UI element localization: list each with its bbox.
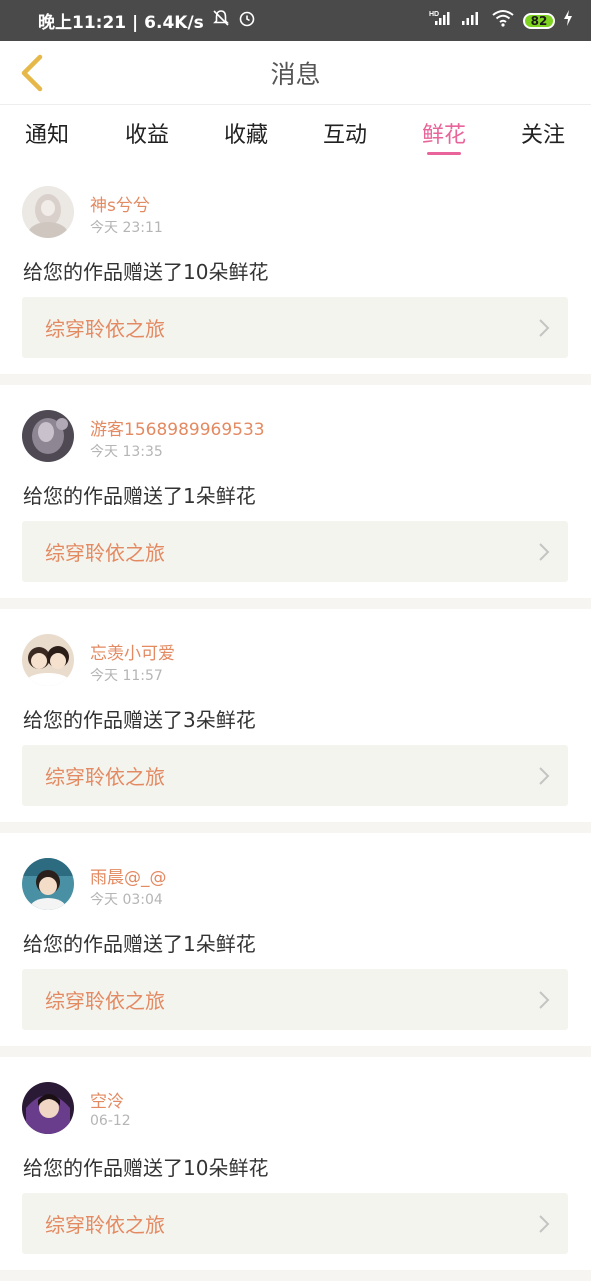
tab-label: 收藏 <box>223 123 268 148</box>
timestamp: 今天 03:04 <box>90 892 163 908</box>
tab-bar: 通知 收益 收藏 互动 鲜花 关注 <box>0 105 591 161</box>
bell-muted-icon <box>212 9 230 32</box>
timestamp: 06-12 <box>90 1113 131 1129</box>
status-bar: 晚上11:21 | 6.4K/s HD 82 <box>0 0 591 41</box>
avatar[interactable] <box>22 634 74 686</box>
list-item: 忘羡小可爱 今天 11:57 给您的作品赠送了3朵鲜花 综穿聆依之旅 <box>0 609 591 822</box>
chevron-right-icon <box>539 318 550 337</box>
message-text: 给您的作品赠送了1朵鲜花 <box>23 484 256 508</box>
tab-follows[interactable]: 关注 <box>503 105 583 161</box>
status-right: HD 82 <box>429 9 573 32</box>
username[interactable]: 忘羡小可爱 <box>90 639 175 664</box>
avatar[interactable] <box>22 1082 74 1134</box>
username[interactable]: 游客1568989969533 <box>90 415 265 440</box>
timestamp: 今天 23:11 <box>90 220 163 236</box>
hd-signal-icon: HD <box>429 9 453 32</box>
divider <box>0 598 591 609</box>
svg-text:HD: HD <box>429 11 439 18</box>
work-link[interactable]: 综穿聆依之旅 <box>22 1193 568 1254</box>
back-button[interactable] <box>12 51 52 95</box>
tab-label: 鲜花 <box>421 123 466 148</box>
work-title: 综穿聆依之旅 <box>45 765 165 789</box>
status-left: 晚上11:21 | 6.4K/s <box>38 8 256 33</box>
work-title: 综穿聆依之旅 <box>45 317 165 341</box>
message-text: 给您的作品赠送了10朵鲜花 <box>23 260 269 284</box>
chevron-right-icon <box>539 990 550 1009</box>
work-link[interactable]: 综穿聆依之旅 <box>22 745 568 806</box>
charging-icon <box>563 10 573 31</box>
divider <box>0 374 591 385</box>
alarm-icon <box>238 9 256 32</box>
message-text: 给您的作品赠送了1朵鲜花 <box>23 932 256 956</box>
battery-indicator: 82 <box>523 12 555 29</box>
work-title: 综穿聆依之旅 <box>45 541 165 565</box>
tab-label: 关注 <box>520 123 565 148</box>
message-text: 给您的作品赠送了10朵鲜花 <box>23 1156 269 1180</box>
work-title: 综穿聆依之旅 <box>45 1213 165 1237</box>
message-text: 给您的作品赠送了3朵鲜花 <box>23 708 256 732</box>
chevron-right-icon <box>539 766 550 785</box>
status-time-speed: 晚上11:21 | 6.4K/s <box>38 13 204 33</box>
tab-label: 通知 <box>24 123 69 148</box>
tab-notifications[interactable]: 通知 <box>7 105 87 161</box>
chevron-right-icon <box>539 542 550 561</box>
username[interactable]: 雨晨@_@ <box>90 863 167 888</box>
tab-flowers[interactable]: 鲜花 <box>404 105 484 161</box>
tab-label: 互动 <box>322 123 367 148</box>
divider <box>0 1270 591 1281</box>
chevron-right-icon <box>539 1214 550 1233</box>
page-title: 消息 <box>270 60 321 89</box>
divider <box>0 1046 591 1057</box>
avatar[interactable] <box>22 186 74 238</box>
divider <box>0 822 591 833</box>
nav-bar: 消息 <box>0 41 591 105</box>
tab-interaction[interactable]: 互动 <box>305 105 385 161</box>
work-link[interactable]: 综穿聆依之旅 <box>22 297 568 358</box>
avatar[interactable] <box>22 410 74 462</box>
list-item: 空泠 06-12 给您的作品赠送了10朵鲜花 综穿聆依之旅 <box>0 1057 591 1270</box>
timestamp: 今天 11:57 <box>90 668 163 684</box>
list-item: 雨晨@_@ 今天 03:04 给您的作品赠送了1朵鲜花 综穿聆依之旅 <box>0 833 591 1046</box>
avatar[interactable] <box>22 858 74 910</box>
back-arrow-icon <box>21 54 43 92</box>
tab-label: 收益 <box>124 123 169 148</box>
active-tab-indicator <box>427 152 461 155</box>
tab-favorites[interactable]: 收藏 <box>206 105 286 161</box>
username[interactable]: 空泠 <box>90 1087 124 1112</box>
list-item: 游客1568989969533 今天 13:35 给您的作品赠送了1朵鲜花 综穿… <box>0 385 591 598</box>
work-link[interactable]: 综穿聆依之旅 <box>22 521 568 582</box>
tab-earnings[interactable]: 收益 <box>107 105 187 161</box>
cell-signal-icon <box>461 9 483 32</box>
list-item: 神s兮兮 今天 23:11 给您的作品赠送了10朵鲜花 综穿聆依之旅 <box>0 161 591 374</box>
timestamp: 今天 13:35 <box>90 444 163 460</box>
work-link[interactable]: 综穿聆依之旅 <box>22 969 568 1030</box>
wifi-icon <box>491 9 515 32</box>
work-title: 综穿聆依之旅 <box>45 989 165 1013</box>
username[interactable]: 神s兮兮 <box>90 191 150 216</box>
